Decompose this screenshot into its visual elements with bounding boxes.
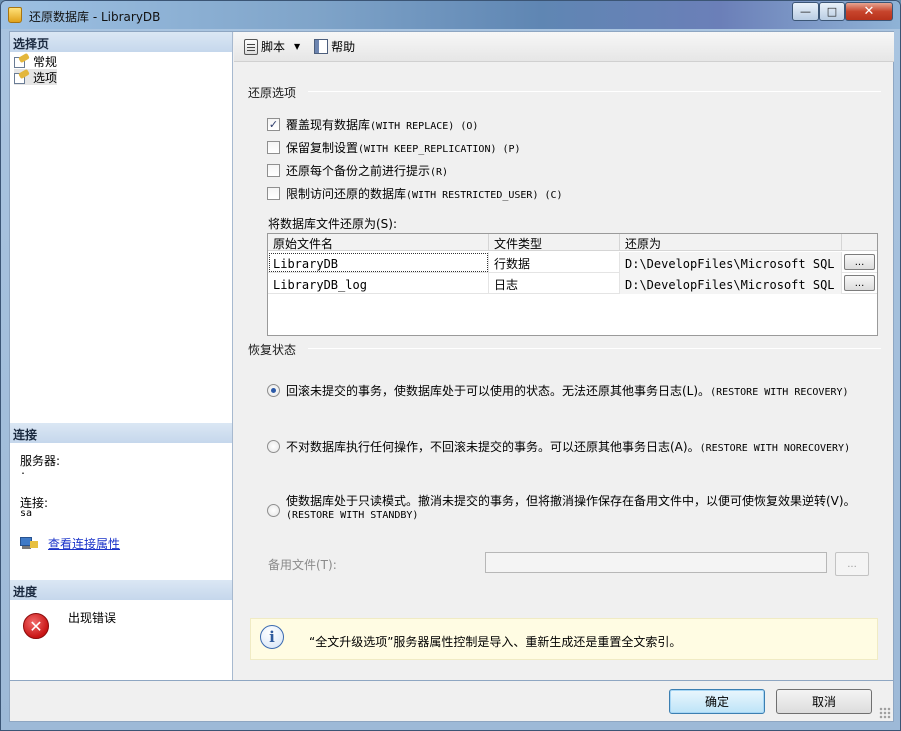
left-pane: 选择页 常规 选项 连接 服务器: . 连接: sa 查看连接属性 进度 ✕ 出… [10,32,233,680]
checkbox-label: 还原每个备份之前进行提示(R) [286,164,449,178]
restore-options-title: 还原选项 [248,86,297,100]
script-button[interactable]: 脚本 ▼ [242,36,306,57]
radio-icon[interactable] [267,440,280,453]
checkbox-icon[interactable] [267,187,280,200]
radio-restore-with-norecovery[interactable]: 不对数据库执行任何操作，不回滚未提交的事务。可以还原其他事务日志(A)。(RES… [267,438,850,455]
error-icon: ✕ [23,613,49,639]
radio-selected-icon[interactable] [267,384,280,397]
info-message: “全文升级选项”服务器属性控制是导入、重新生成还是重置全文索引。 [309,635,682,649]
files-grid[interactable]: 原始文件名 文件类型 还原为 LibraryDB 行数据 D:\DevelopF… [267,233,878,336]
table-row[interactable]: LibraryDB_log 日志 D:\DevelopFiles\Microso… [268,273,877,294]
script-icon [244,38,258,55]
nav-item-options[interactable]: 选项 [14,68,58,85]
connection-header: 连接 [10,423,232,443]
cell-restore-as[interactable]: D:\DevelopFiles\Microsoft SQL S... [620,273,842,294]
radio-restore-with-recovery[interactable]: 回滚未提交的事务，使数据库处于可以使用的状态。无法还原其他事务日志(L)。(RE… [267,382,849,399]
checkbox-keep-replication[interactable]: 保留复制设置(WITH KEEP_REPLICATION) (P) [267,139,521,156]
cell-file-type[interactable]: 行数据 [489,252,620,273]
checkbox-icon[interactable] [267,164,280,177]
script-label: 脚本 [261,40,286,54]
close-button[interactable]: ✕ [845,2,893,21]
cell-original-name[interactable]: LibraryDB_log [268,273,489,294]
progress-status: 出现错误 [68,611,117,625]
column-header-restore-as[interactable]: 还原为 [620,234,842,251]
help-label: 帮助 [331,40,356,54]
title-bar[interactable]: 还原数据库 - LibraryDB — □ ✕ [1,1,900,29]
divider [308,91,881,92]
progress-header: 进度 [10,580,232,600]
divider [308,348,881,349]
chevron-down-icon[interactable]: ▼ [294,42,300,51]
settings-page-icon [14,52,30,68]
nav-item-general[interactable]: 常规 [14,52,58,69]
standby-file-input[interactable] [485,552,827,573]
view-connection-properties-link[interactable]: 查看连接属性 [48,535,120,552]
standby-file-label: 备用文件(T): [268,558,337,572]
ok-button[interactable]: 确定 [669,689,765,714]
cell-restore-as[interactable]: D:\DevelopFiles\Microsoft SQL S... [620,252,842,273]
recovery-state-title: 恢复状态 [248,343,297,357]
help-book-icon [314,39,329,54]
dialog-content: 选择页 常规 选项 连接 服务器: . 连接: sa 查看连接属性 进度 ✕ 出… [9,31,894,681]
nav-item-label: 常规 [33,54,58,69]
nav-item-label: 选项 [33,70,58,85]
radio-label: 使数据库处于只读模式。撤消未提交的事务，但将撤消操作保存在备用文件中，以便可使恢… [286,494,856,522]
radio-label: 回滚未提交的事务，使数据库处于可以使用的状态。无法还原其他事务日志(L)。(RE… [286,384,849,398]
checkbox-label: 保留复制设置(WITH KEEP_REPLICATION) (P) [286,141,521,155]
column-header-browse [842,234,877,251]
dialog-footer: 确定 取消 [9,681,894,722]
cell-original-name[interactable]: LibraryDB [268,252,489,273]
connection-properties-icon [20,535,38,551]
cancel-button[interactable]: 取消 [776,689,872,714]
info-icon: i [260,625,284,649]
checkbox-label: 覆盖现有数据库(WITH REPLACE) (O) [286,118,479,132]
files-restore-label: 将数据库文件还原为(S): [268,217,398,231]
browse-file-button[interactable]: ... [844,275,875,291]
checkbox-restricted-user[interactable]: 限制访问还原的数据库(WITH RESTRICTED_USER) (C) [267,185,563,202]
radio-icon[interactable] [267,504,280,517]
settings-page-icon [14,68,30,84]
browse-file-button[interactable]: ... [844,254,875,270]
checkbox-checked-icon[interactable]: ✓ [267,118,280,131]
connection-value: sa [20,508,33,519]
minimize-button[interactable]: — [792,2,819,21]
checkbox-prompt-before-restore[interactable]: 还原每个备份之前进行提示(R) [267,162,448,179]
standby-browse-button[interactable]: ... [835,552,869,576]
database-icon [8,7,22,23]
column-header-file-type[interactable]: 文件类型 [489,234,620,251]
radio-restore-with-standby[interactable]: 使数据库处于只读模式。撤消未提交的事务，但将撤消操作保存在备用文件中，以便可使恢… [267,495,872,522]
checkbox-label: 限制访问还原的数据库(WITH RESTRICTED_USER) (C) [286,187,563,201]
column-header-original-name[interactable]: 原始文件名 [268,234,489,251]
cell-file-type[interactable]: 日志 [489,273,620,294]
table-row[interactable]: LibraryDB 行数据 D:\DevelopFiles\Microsoft … [268,252,877,273]
checkbox-icon[interactable] [267,141,280,154]
radio-label: 不对数据库执行任何操作，不回滚未提交的事务。可以还原其他事务日志(A)。(RES… [286,440,851,454]
restore-database-window: 还原数据库 - LibraryDB — □ ✕ 选择页 常规 选项 连接 服务器… [0,0,901,731]
server-value: . [20,466,27,477]
toolbar: 脚本 ▼ 帮助 [234,32,894,62]
help-button[interactable]: 帮助 [312,36,357,57]
checkbox-with-replace[interactable]: ✓ 覆盖现有数据库(WITH REPLACE) (O) [267,116,478,133]
select-page-header: 选择页 [10,32,232,52]
grid-header: 原始文件名 文件类型 还原为 [268,234,877,251]
window-title: 还原数据库 - LibraryDB [29,10,161,24]
maximize-button[interactable]: □ [819,2,845,21]
right-pane: 脚本 ▼ 帮助 还原选项 ✓ 覆盖现有数据库(WITH REPLACE) (O)… [234,32,894,680]
resize-grip-icon[interactable] [879,707,891,719]
info-bar: i “全文升级选项”服务器属性控制是导入、重新生成还是重置全文索引。 [250,618,878,660]
